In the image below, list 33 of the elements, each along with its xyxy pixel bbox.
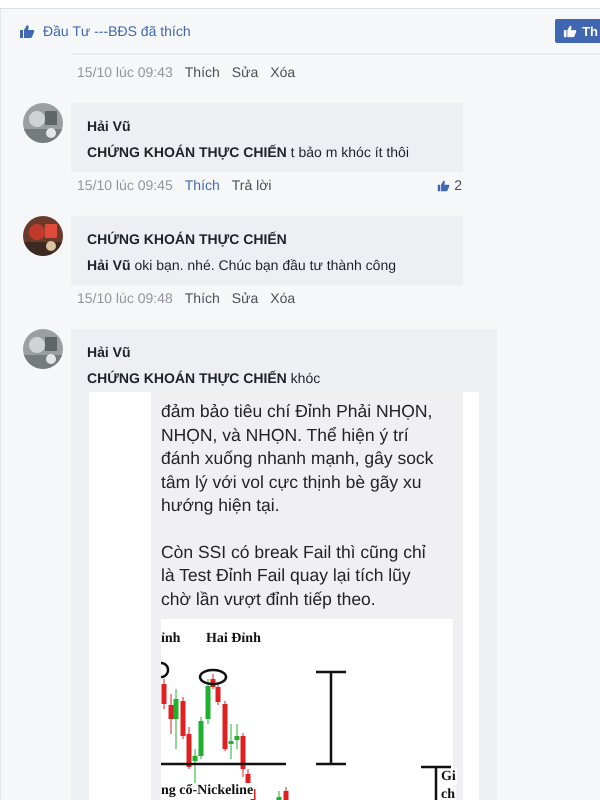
comment-action-link[interactable]: Thích (184, 290, 220, 306)
candle (162, 678, 166, 710)
candle (284, 786, 288, 800)
comment-text: CHỨNG KHOÁN THỰC CHIẾN t bảo m khóc ít thôi (87, 144, 410, 160)
like-count[interactable]: 2 (454, 177, 462, 193)
chart-label: ch (441, 787, 456, 800)
comment-author[interactable]: Hải Vũ (87, 344, 481, 360)
comment-action-link[interactable]: Thích (184, 64, 220, 80)
screenshot-paragraph: đảm bảo tiêu chí Đỉnh Phải NHỌN, NHỌN, và NHỌN. Thể hiện ý trí đánh xuống nhanh mạnh, gây sock tâm lý với vol cực thịnh bè gãy xu hướng hiện tại. (161, 400, 434, 517)
chart-label: Gi (441, 769, 457, 785)
screenshot-paragraph: Còn SSI có break Fail thì cũng chỉ là Test Đỉnh Fail quay lại tích lũy chờ lần vượt đỉnh tiếp theo. (161, 540, 427, 611)
comment-action-link[interactable]: Sửa (232, 290, 258, 306)
like-icon (563, 24, 578, 38)
like-icon (437, 178, 450, 192)
comment-time: 15/10 lúc 09:45 (77, 177, 173, 193)
highlight-ellipse (198, 668, 228, 686)
comment-action-link[interactable]: Sửa (232, 64, 258, 80)
attached-screenshot[interactable] (89, 392, 479, 800)
like-icon (19, 23, 35, 39)
comment-time: 15/10 lúc 09:43 (77, 64, 173, 80)
comment-action-link[interactable]: Xóa (270, 290, 296, 306)
candle (276, 790, 282, 800)
comment-text: Hải Vũ oki bạn. nhé. Chúc bạn đầu tư thành công (87, 257, 398, 273)
comment-action-link[interactable]: Thích (184, 177, 220, 193)
chart-label: ng cổ-Nickeline (161, 783, 254, 799)
comment-author[interactable]: CHỨNG KHOÁN THỰC CHIẾN (87, 231, 447, 247)
comment-author[interactable]: Hải Vũ (87, 118, 447, 134)
comment-action-link[interactable]: Xóa (270, 64, 296, 80)
comment-time: 15/10 lúc 09:48 (77, 290, 173, 306)
comment-action-link[interactable]: Trả lời (232, 177, 272, 193)
likes-text[interactable]: Đầu Tư ---BĐS đã thích (43, 23, 191, 39)
comment-text: CHỨNG KHOÁN THỰC CHIẾN khóc (87, 370, 322, 386)
like-button[interactable]: Th (555, 19, 600, 43)
